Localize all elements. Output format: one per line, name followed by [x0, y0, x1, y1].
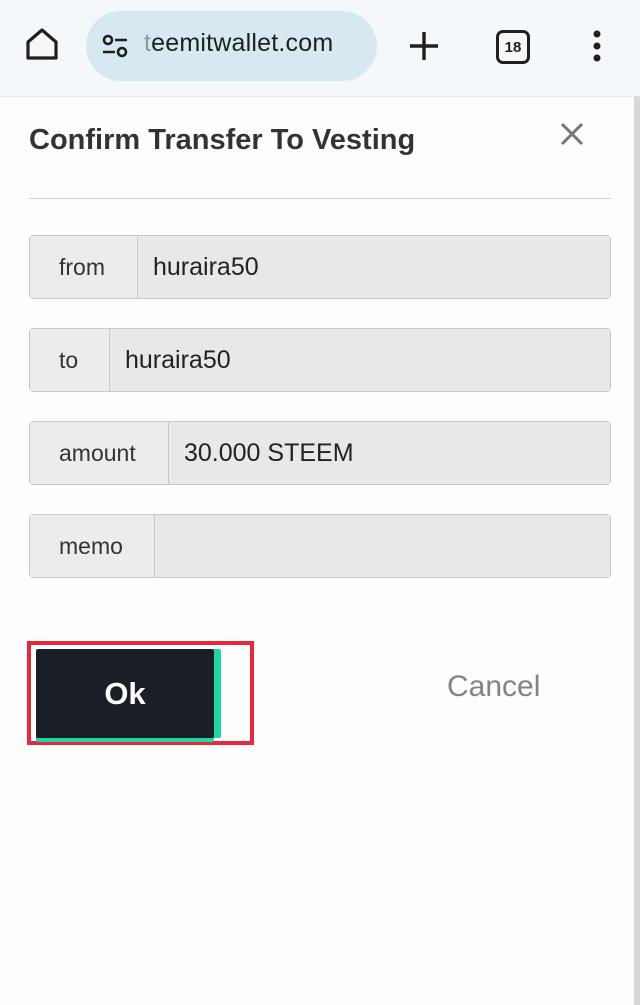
url-text: teemitwallet.com [144, 29, 333, 58]
from-label: from [30, 236, 138, 298]
from-value: huraira50 [138, 236, 610, 298]
amount-label: amount [30, 422, 169, 484]
dialog-title: Confirm Transfer To Vesting [29, 124, 416, 156]
address-bar[interactable]: teemitwallet.com [86, 11, 377, 81]
to-field: to huraira50 [29, 328, 611, 392]
more-vert-icon[interactable] [586, 26, 608, 66]
memo-value [155, 515, 610, 577]
dialog-divider [29, 198, 611, 199]
to-value: huraira50 [110, 329, 610, 391]
home-icon[interactable] [22, 24, 62, 64]
url-text-main: eemitwallet.com [151, 29, 334, 57]
browser-toolbar: teemitwallet.com 18 [0, 0, 640, 97]
tabs-icon[interactable]: 18 [496, 30, 530, 64]
from-field: from huraira50 [29, 235, 611, 299]
cancel-button[interactable]: Cancel [447, 670, 540, 704]
memo-field: memo [29, 514, 611, 578]
memo-label: memo [30, 515, 155, 577]
tab-count: 18 [504, 38, 522, 56]
amount-field: amount 30.000 STEEM [29, 421, 611, 485]
to-label: to [30, 329, 110, 391]
close-icon[interactable] [558, 120, 586, 148]
page-scrollbar[interactable] [634, 96, 640, 1005]
plus-icon[interactable] [404, 26, 444, 66]
amount-value: 30.000 STEEM [169, 422, 610, 484]
ok-button[interactable]: Ok [36, 649, 214, 738]
site-info-icon[interactable] [100, 31, 130, 61]
